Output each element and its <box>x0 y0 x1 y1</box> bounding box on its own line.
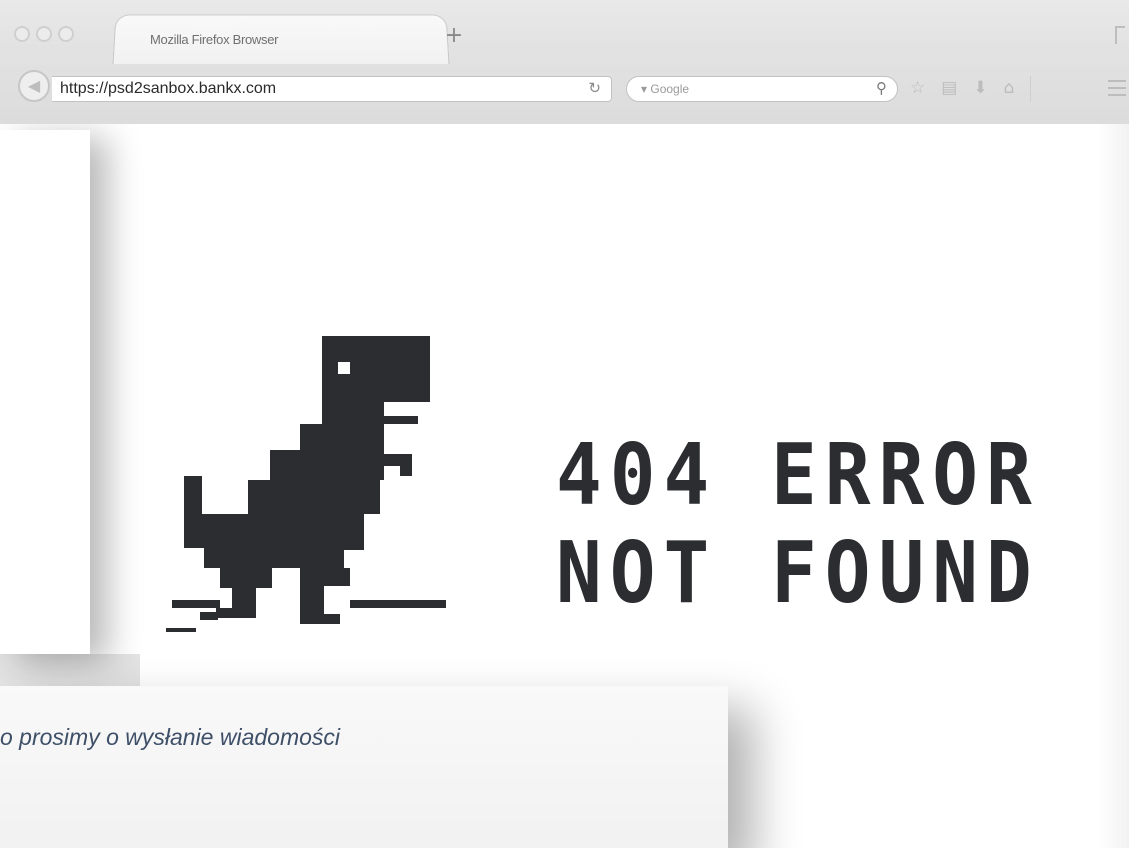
left-white-panel <box>0 130 90 654</box>
reload-icon[interactable]: ↻ <box>588 79 601 97</box>
search-bar[interactable]: ▾ Google ⚲ <box>626 76 898 102</box>
bookmarks-icon[interactable]: ▤ <box>941 78 957 102</box>
search-engine-dropdown-icon[interactable]: ▾ <box>641 82 647 96</box>
search-engine-placeholder: ▾ Google <box>641 82 689 96</box>
dinosaur-illustration <box>166 336 446 632</box>
error-line-404: 404 ERROR <box>556 424 1040 525</box>
search-placeholder: Google <box>650 82 690 96</box>
navigation-toolbar: ◀ https://psd2sanbox.bankx.com ↻ ▾ Googl… <box>0 64 1129 124</box>
error-heading: 404 ERROR NOT FOUND <box>556 420 1040 622</box>
url-text: https://psd2sanbox.bankx.com <box>60 80 277 97</box>
minimize-window-button[interactable] <box>36 26 52 42</box>
close-window-button[interactable] <box>14 26 30 42</box>
toolbar-separator <box>1030 76 1032 102</box>
maximize-window-button[interactable] <box>58 26 74 42</box>
toolbar-icons: ☆ ▤ ⬇ ⌂ <box>910 76 1032 102</box>
star-icon[interactable]: ☆ <box>910 78 925 102</box>
error-line-not-found: NOT FOUND <box>556 522 1040 623</box>
download-icon[interactable]: ⬇ <box>973 78 987 102</box>
home-icon[interactable]: ⌂ <box>1004 78 1015 102</box>
right-edge-shade <box>1098 124 1129 848</box>
browser-chrome: Mozilla Firefox Browser + ◀ https://psd2… <box>0 0 1129 125</box>
message-text: o prosimy o wysłanie wiadomości <box>0 724 341 750</box>
back-arrow-icon: ◀ <box>27 76 41 95</box>
search-icon[interactable]: ⚲ <box>876 79 887 97</box>
new-tab-button[interactable]: + <box>443 25 465 48</box>
window-controls <box>14 26 74 42</box>
tab-strip: Mozilla Firefox Browser + <box>0 0 1129 64</box>
tab-overflow-icon <box>1115 26 1125 44</box>
page-content: o prosimy o wysłanie wiadomości 404 ERRO… <box>0 124 1129 848</box>
menu-icon[interactable] <box>1108 80 1126 96</box>
back-button[interactable]: ◀ <box>18 70 50 102</box>
address-bar[interactable]: https://psd2sanbox.bankx.com ↻ <box>52 76 612 102</box>
tab-title: Mozilla Firefox Browser <box>150 32 279 47</box>
message-panel <box>0 686 728 848</box>
